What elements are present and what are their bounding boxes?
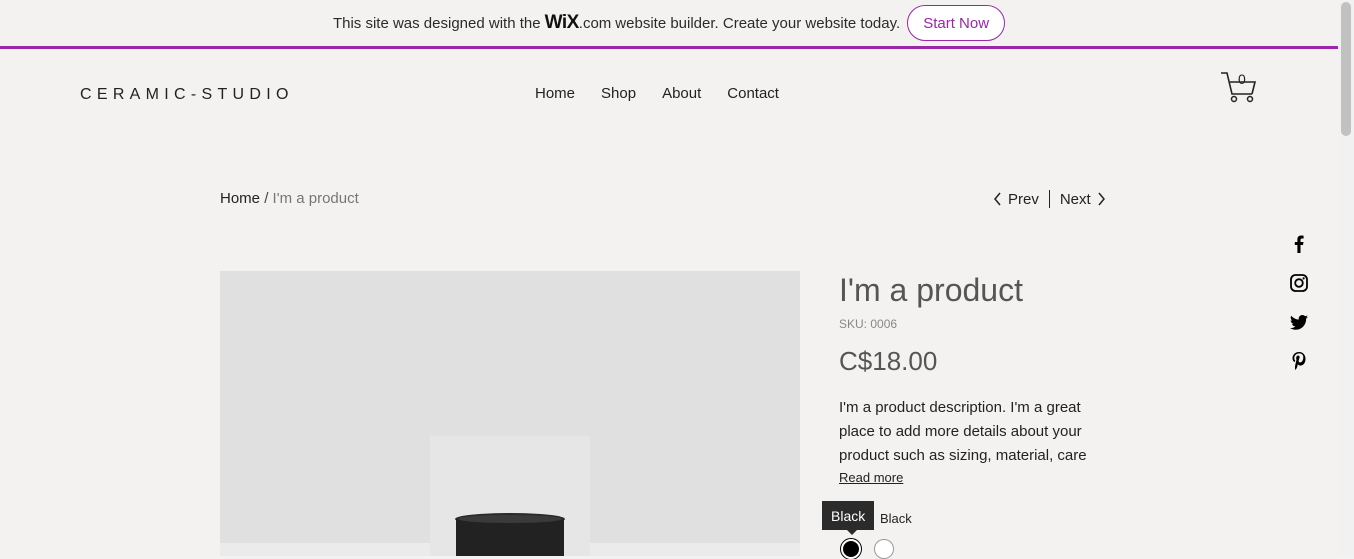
color-swatch-white[interactable] <box>874 539 894 559</box>
product-image[interactable] <box>220 271 800 556</box>
product-price: C$18.00 <box>839 346 938 376</box>
read-more-link[interactable]: Read more <box>839 470 903 485</box>
chevron-right-icon <box>1098 192 1105 206</box>
main-nav: Home Shop About Contact <box>522 85 792 102</box>
nav-contact[interactable]: Contact <box>714 85 792 102</box>
nav-home[interactable]: Home <box>522 85 588 102</box>
next-label: Next <box>1059 190 1091 208</box>
pinterest-icon[interactable] <box>1289 351 1309 371</box>
swatch-tooltip: Black <box>822 501 875 535</box>
breadcrumb: Home / I'm a product <box>220 190 359 207</box>
twitter-icon[interactable] <box>1289 312 1309 332</box>
mug-image <box>430 436 590 556</box>
scrollbar[interactable] <box>1338 0 1354 556</box>
wix-banner: This site was designed with the WiX .com … <box>0 0 1338 49</box>
nav-about[interactable]: About <box>649 85 714 102</box>
wix-logo: WiX <box>544 12 580 33</box>
nav-shop[interactable]: Shop <box>588 85 649 102</box>
product-title: I'm a product <box>839 272 1023 308</box>
site-logo[interactable]: CERAMIC-STUDIO <box>80 86 294 104</box>
social-bar <box>1289 234 1309 371</box>
wix-dotcom: .com <box>578 15 612 32</box>
prev-label: Prev <box>1008 190 1039 208</box>
pager-divider <box>1048 190 1050 208</box>
prev-button[interactable]: Prev <box>993 191 1039 208</box>
product-sku: SKU: 0006 <box>839 317 898 331</box>
instagram-icon[interactable] <box>1289 273 1309 293</box>
banner-text-before: This site was designed with the <box>332 15 541 32</box>
banner-message: This site was designed with the WiX .com … <box>333 12 900 34</box>
facebook-icon[interactable] <box>1289 234 1309 254</box>
product-description: I'm a product description. I'm a great p… <box>839 399 1087 464</box>
color-selected-label: Black <box>880 511 912 526</box>
product-pager: Prev Next <box>993 190 1106 208</box>
banner-text-after: website builder. Create your website tod… <box>615 15 901 32</box>
breadcrumb-separator: / <box>264 190 269 207</box>
breadcrumb-current: I'm a product <box>272 190 359 207</box>
scrollbar-thumb[interactable] <box>1341 2 1351 136</box>
cart-button[interactable]: 0 <box>1220 70 1260 104</box>
color-swatch-black[interactable] <box>840 538 862 559</box>
cart-count: 0 <box>1238 71 1246 87</box>
chevron-left-icon <box>994 192 1001 206</box>
breadcrumb-home[interactable]: Home <box>220 190 260 207</box>
next-button[interactable]: Next <box>1060 191 1106 208</box>
start-now-button[interactable]: Start Now <box>907 5 1006 41</box>
